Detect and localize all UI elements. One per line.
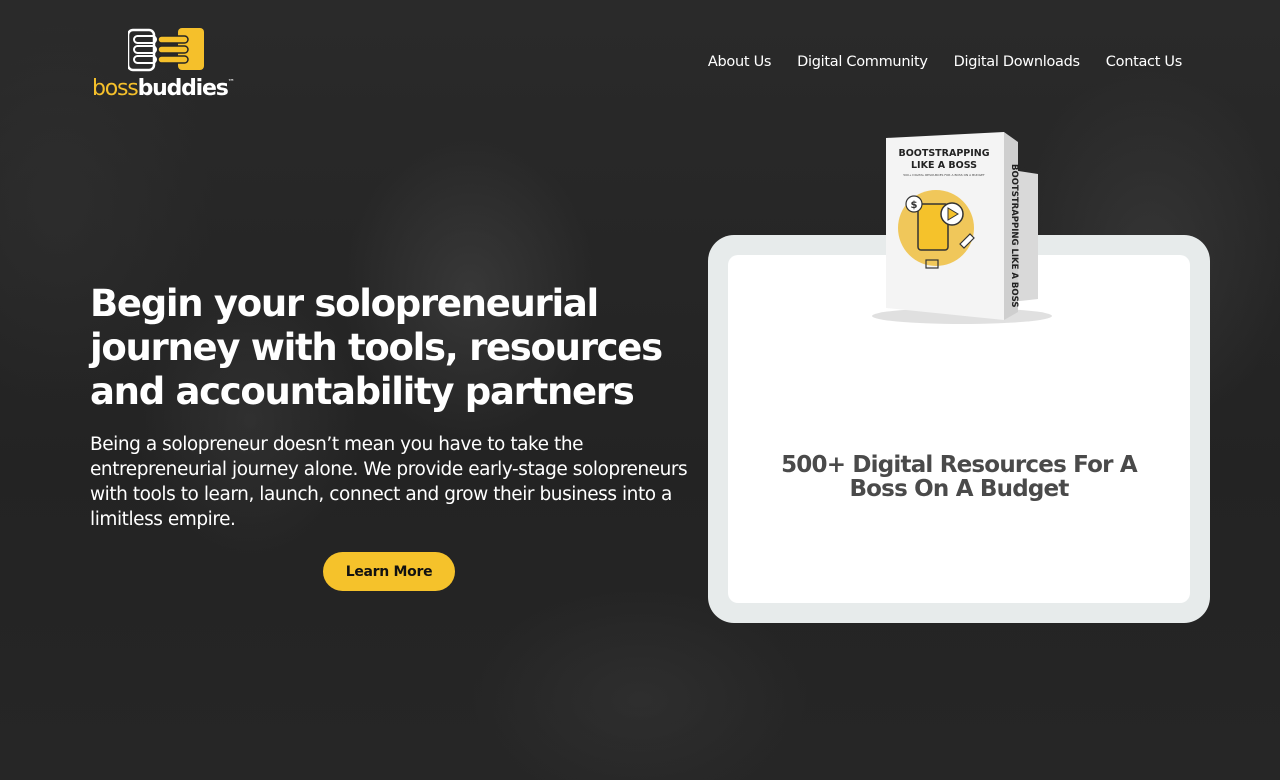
nav-link-about-us[interactable]: About Us [708, 54, 772, 70]
logo-text-buddies: buddies [137, 76, 229, 101]
nav-link-contact-us[interactable]: Contact Us [1106, 54, 1183, 70]
logo-trademark: ™ [227, 78, 235, 86]
logo-text-boss: boss [92, 76, 139, 101]
learn-more-button[interactable]: Learn More [323, 552, 455, 591]
product-box-title-line2: LIKE A BOSS [911, 160, 977, 171]
product-box-subtitle: 500+ DIGITAL RESOURCES FOR A BOSS ON A B… [903, 173, 985, 177]
product-box-spine: BOOTSTRAPPING LIKE A BOSS [1009, 164, 1019, 307]
product-box-title-line1: BOOTSTRAPPING [898, 148, 989, 159]
promo-card-title: 500+ Digital Resources For A Boss On A B… [781, 452, 1138, 502]
brand-logo[interactable]: bossbuddies™ [92, 28, 252, 104]
nav-link-digital-community[interactable]: Digital Community [797, 54, 928, 70]
logo-wordmark: bossbuddies™ [92, 76, 235, 101]
hero-description: Being a solopreneur doesn’t mean you hav… [90, 434, 688, 530]
main-nav: About Us Digital Community Digital Downl… [708, 54, 1182, 70]
nav-link-digital-downloads[interactable]: Digital Downloads [954, 54, 1080, 70]
product-box-image: BOOTSTRAPPING LIKE A BOSS 500+ DIGITAL R… [872, 132, 1052, 324]
logo-icon [128, 28, 204, 72]
hero-headline: Begin your solopreneurial journey with t… [90, 282, 663, 413]
hero-section: Begin your solopreneurial journey with t… [90, 282, 690, 532]
svg-text:$: $ [911, 200, 918, 211]
